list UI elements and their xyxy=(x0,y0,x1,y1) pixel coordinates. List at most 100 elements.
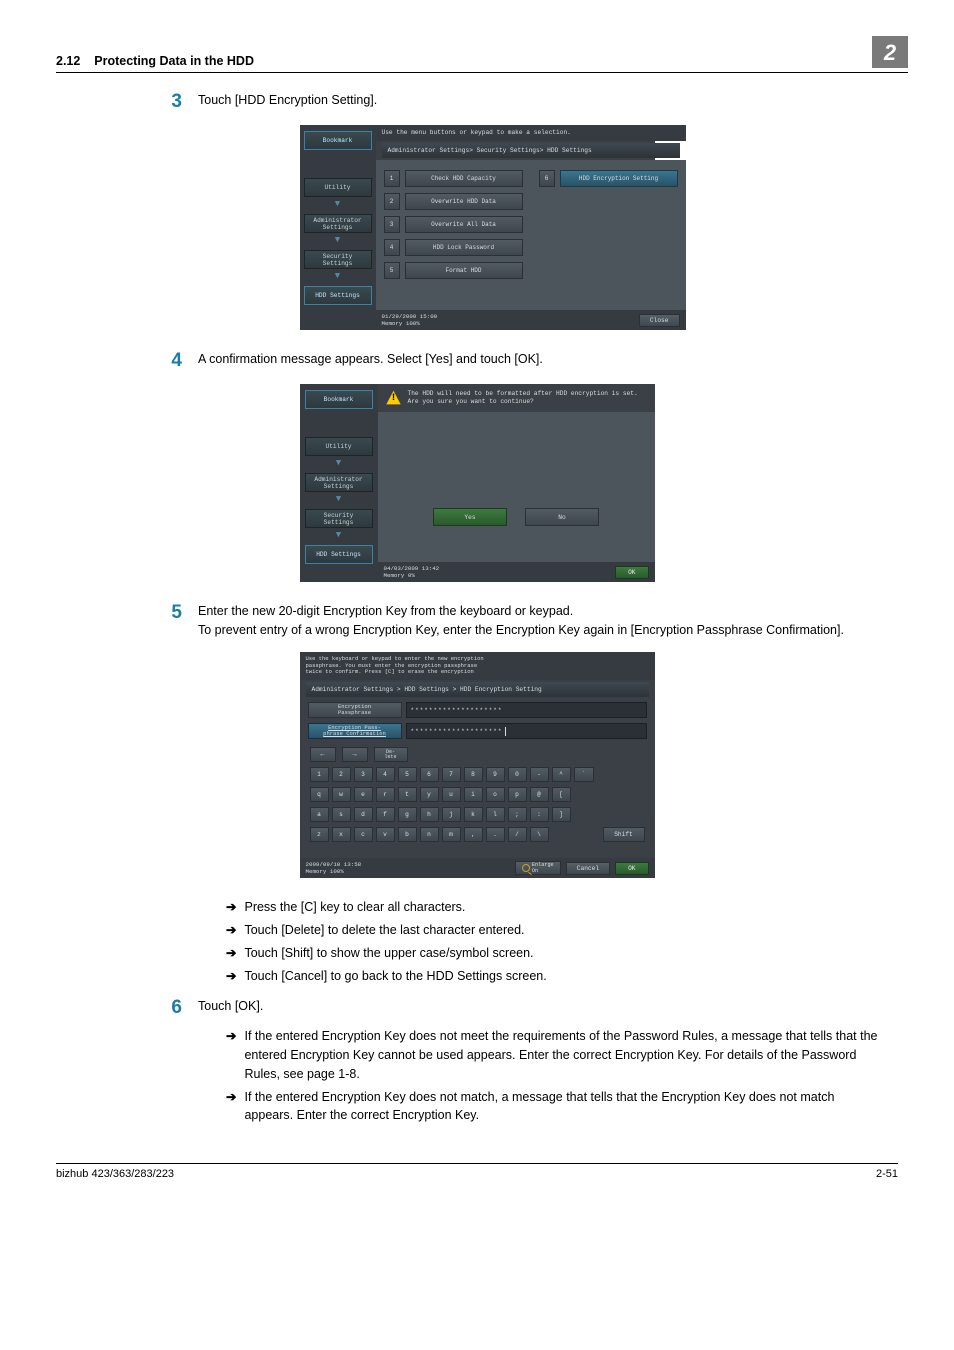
key-/[interactable]: / xyxy=(508,827,527,842)
key-6[interactable]: 6 xyxy=(420,767,439,782)
passphrase-input[interactable]: ******************** xyxy=(406,702,647,718)
key-j[interactable]: j xyxy=(442,807,461,822)
arrow-left-key[interactable]: ← xyxy=(310,747,336,762)
check-hdd-capacity-button[interactable]: Check HDD Capacity xyxy=(405,170,523,187)
key-z[interactable]: z xyxy=(310,827,329,842)
security-settings-button[interactable]: Security Settings xyxy=(305,509,373,528)
key-g[interactable]: g xyxy=(398,807,417,822)
key-m[interactable]: m xyxy=(442,827,461,842)
key-][interactable]: ] xyxy=(552,807,571,822)
key-o[interactable]: o xyxy=(486,787,505,802)
shift-key[interactable]: Shift xyxy=(603,827,645,842)
utility-button[interactable]: Utility xyxy=(305,437,373,456)
key-b[interactable]: b xyxy=(398,827,417,842)
overwrite-hdd-data-button[interactable]: Overwrite HDD Data xyxy=(405,193,523,210)
key-,[interactable]: , xyxy=(464,827,483,842)
key-d[interactable]: d xyxy=(354,807,373,822)
key-5[interactable]: 5 xyxy=(398,767,417,782)
key-;[interactable]: ; xyxy=(508,807,527,822)
section-number: 2.12 xyxy=(56,54,80,68)
hdd-settings-button[interactable]: HDD Settings xyxy=(304,286,372,305)
key-^[interactable]: ^ xyxy=(552,767,571,782)
arrow-right-icon: ➔ xyxy=(226,898,236,917)
section-title: Protecting Data in the HDD xyxy=(94,54,254,68)
keyboard-row-4: zxcvbnm,./\ Shift xyxy=(310,827,645,842)
bookmark-button[interactable]: Bookmark xyxy=(305,390,373,409)
key-2[interactable]: 2 xyxy=(332,767,351,782)
hdd-encryption-setting-button[interactable]: HDD Encryption Setting xyxy=(560,170,678,187)
panel-hint: Use the menu buttons or keypad to make a… xyxy=(376,125,686,141)
key-3[interactable]: 3 xyxy=(354,767,373,782)
key-8[interactable]: 8 xyxy=(464,767,483,782)
key-7[interactable]: 7 xyxy=(442,767,461,782)
hdd-lock-password-button[interactable]: HDD Lock Password xyxy=(405,239,523,256)
cancel-button[interactable]: Cancel xyxy=(566,862,610,875)
breadcrumb: Administrator Settings> Security Setting… xyxy=(382,143,680,158)
key-r[interactable]: r xyxy=(376,787,395,802)
security-settings-button[interactable]: Security Settings xyxy=(304,250,372,269)
key-x[interactable]: x xyxy=(332,827,351,842)
key-s[interactable]: s xyxy=(332,807,351,822)
bullet-5-4: Touch [Cancel] to go back to the HDD Set… xyxy=(244,967,884,986)
confirm-format-panel: Bookmark Utility ▼ Administrator Setting… xyxy=(300,384,655,582)
key-h[interactable]: h xyxy=(420,807,439,822)
key-e[interactable]: e xyxy=(354,787,373,802)
key-y[interactable]: y xyxy=(420,787,439,802)
overwrite-all-data-button[interactable]: Overwrite All Data xyxy=(405,216,523,233)
key-v[interactable]: v xyxy=(376,827,395,842)
key-@[interactable]: @ xyxy=(530,787,549,802)
bullet-5-1: Press the [C] key to clear all character… xyxy=(244,898,884,917)
key-[[interactable]: [ xyxy=(552,787,571,802)
key-:[interactable]: : xyxy=(530,807,549,822)
passphrase-confirm-label[interactable]: Encryption Pass- phrase Confirmation xyxy=(308,723,402,739)
key-1[interactable]: 1 xyxy=(310,767,329,782)
key-0[interactable]: 0 xyxy=(508,767,527,782)
close-button[interactable]: Close xyxy=(639,314,680,327)
delete-key[interactable]: De- lete xyxy=(374,747,408,762)
no-button[interactable]: No xyxy=(525,508,599,526)
key-grave[interactable]: ` xyxy=(574,767,594,782)
bookmark-button[interactable]: Bookmark xyxy=(304,131,372,150)
key-k[interactable]: k xyxy=(464,807,483,822)
arrow-right-icon: ➔ xyxy=(226,944,236,963)
key-a[interactable]: a xyxy=(310,807,329,822)
key-i[interactable]: i xyxy=(464,787,483,802)
enlarge-on-button[interactable]: Enlarge On xyxy=(515,861,561,875)
passphrase-confirm-input[interactable]: ******************** xyxy=(406,723,647,739)
chevron-down-icon: ▼ xyxy=(336,531,341,540)
admin-settings-button[interactable]: Administrator Settings xyxy=(304,214,372,233)
chevron-down-icon: ▼ xyxy=(336,459,341,468)
hdd-settings-panel: Bookmark Utility ▼ Administrator Setting… xyxy=(300,125,655,330)
bullet-5-3: Touch [Shift] to show the upper case/sym… xyxy=(244,944,884,963)
passphrase-label[interactable]: Encryption Passphrase xyxy=(308,702,402,718)
key-f[interactable]: f xyxy=(376,807,395,822)
yes-button[interactable]: Yes xyxy=(433,508,507,526)
step5-text-2: To prevent entry of a wrong Encryption K… xyxy=(198,621,878,640)
format-hdd-button[interactable]: Format HDD xyxy=(405,262,523,279)
arrow-right-icon: ➔ xyxy=(226,921,236,940)
key-l[interactable]: l xyxy=(486,807,505,822)
key-p[interactable]: p xyxy=(508,787,527,802)
key-9[interactable]: 9 xyxy=(486,767,505,782)
key-.[interactable]: . xyxy=(486,827,505,842)
key-4[interactable]: 4 xyxy=(376,767,395,782)
ok-button[interactable]: OK xyxy=(615,862,648,875)
admin-settings-button[interactable]: Administrator Settings xyxy=(305,473,373,492)
key-u[interactable]: u xyxy=(442,787,461,802)
key-n[interactable]: n xyxy=(420,827,439,842)
ok-button[interactable]: OK xyxy=(615,566,648,579)
key-w[interactable]: w xyxy=(332,787,351,802)
menu-num-1: 1 xyxy=(384,170,400,187)
key-c[interactable]: c xyxy=(354,827,373,842)
hdd-settings-button[interactable]: HDD Settings xyxy=(305,545,373,564)
arrow-right-key[interactable]: → xyxy=(342,747,368,762)
key-q[interactable]: q xyxy=(310,787,329,802)
warning-icon: ! xyxy=(386,390,402,406)
utility-button[interactable]: Utility xyxy=(304,178,372,197)
step6-number: 6 xyxy=(142,997,182,1019)
key--[interactable]: - xyxy=(530,767,549,782)
key-\[interactable]: \ xyxy=(530,827,549,842)
keyboard-row-3: asdfghjkl;:] xyxy=(310,807,645,822)
menu-num-2: 2 xyxy=(384,193,400,210)
key-t[interactable]: t xyxy=(398,787,417,802)
